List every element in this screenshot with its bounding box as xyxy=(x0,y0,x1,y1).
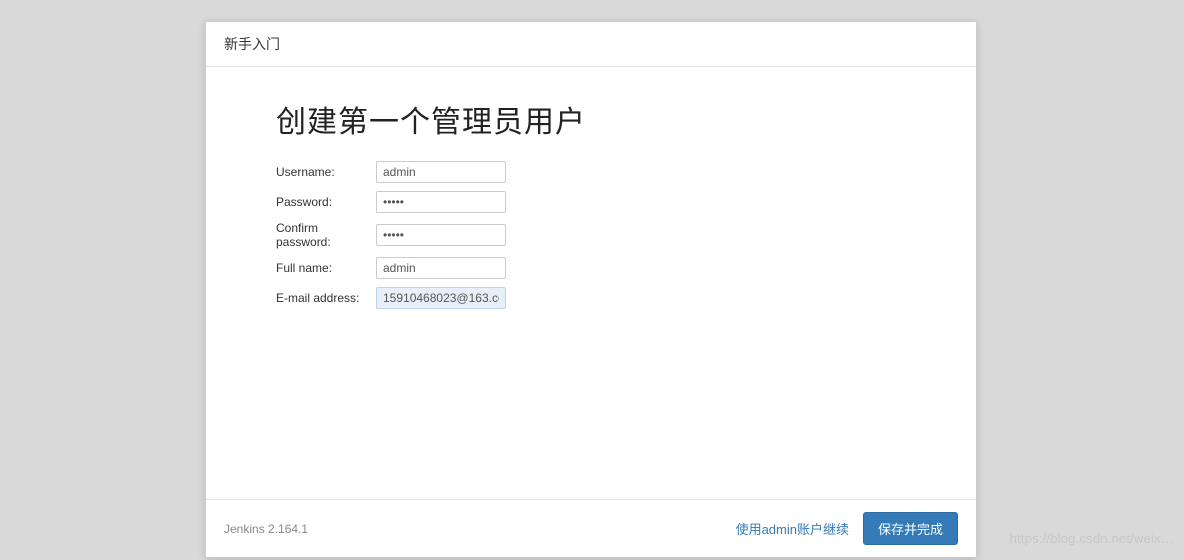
setup-modal: 新手入门 创建第一个管理员用户 Username: Password: Conf… xyxy=(205,21,977,558)
label-fullname: Full name: xyxy=(276,261,376,275)
modal-title: 新手入门 xyxy=(224,36,280,52)
continue-as-admin-link[interactable]: 使用admin账户继续 xyxy=(736,519,849,538)
version-text: Jenkins 2.164.1 xyxy=(224,522,308,536)
modal-body: 创建第一个管理员用户 Username: Password: Confirm p… xyxy=(206,67,976,499)
modal-header: 新手入门 xyxy=(206,22,976,67)
label-confirm: Confirm password: xyxy=(276,221,376,249)
password-input[interactable] xyxy=(376,191,506,213)
fullname-input[interactable] xyxy=(376,257,506,279)
row-email: E-mail address: xyxy=(276,287,906,309)
row-confirm: Confirm password: xyxy=(276,221,906,249)
email-input[interactable] xyxy=(376,287,506,309)
username-input[interactable] xyxy=(376,161,506,183)
row-password: Password: xyxy=(276,191,906,213)
confirm-password-input[interactable] xyxy=(376,224,506,246)
label-email: E-mail address: xyxy=(276,291,376,305)
row-fullname: Full name: xyxy=(276,257,906,279)
watermark-text: https://blog.csdn.net/weix… xyxy=(1010,531,1174,546)
page-title: 创建第一个管理员用户 xyxy=(276,97,906,141)
save-and-finish-button[interactable]: 保存并完成 xyxy=(863,512,958,545)
label-username: Username: xyxy=(276,165,376,179)
footer-actions: 使用admin账户继续 保存并完成 xyxy=(736,512,958,545)
modal-footer: Jenkins 2.164.1 使用admin账户继续 保存并完成 xyxy=(206,499,976,557)
row-username: Username: xyxy=(276,161,906,183)
label-password: Password: xyxy=(276,195,376,209)
